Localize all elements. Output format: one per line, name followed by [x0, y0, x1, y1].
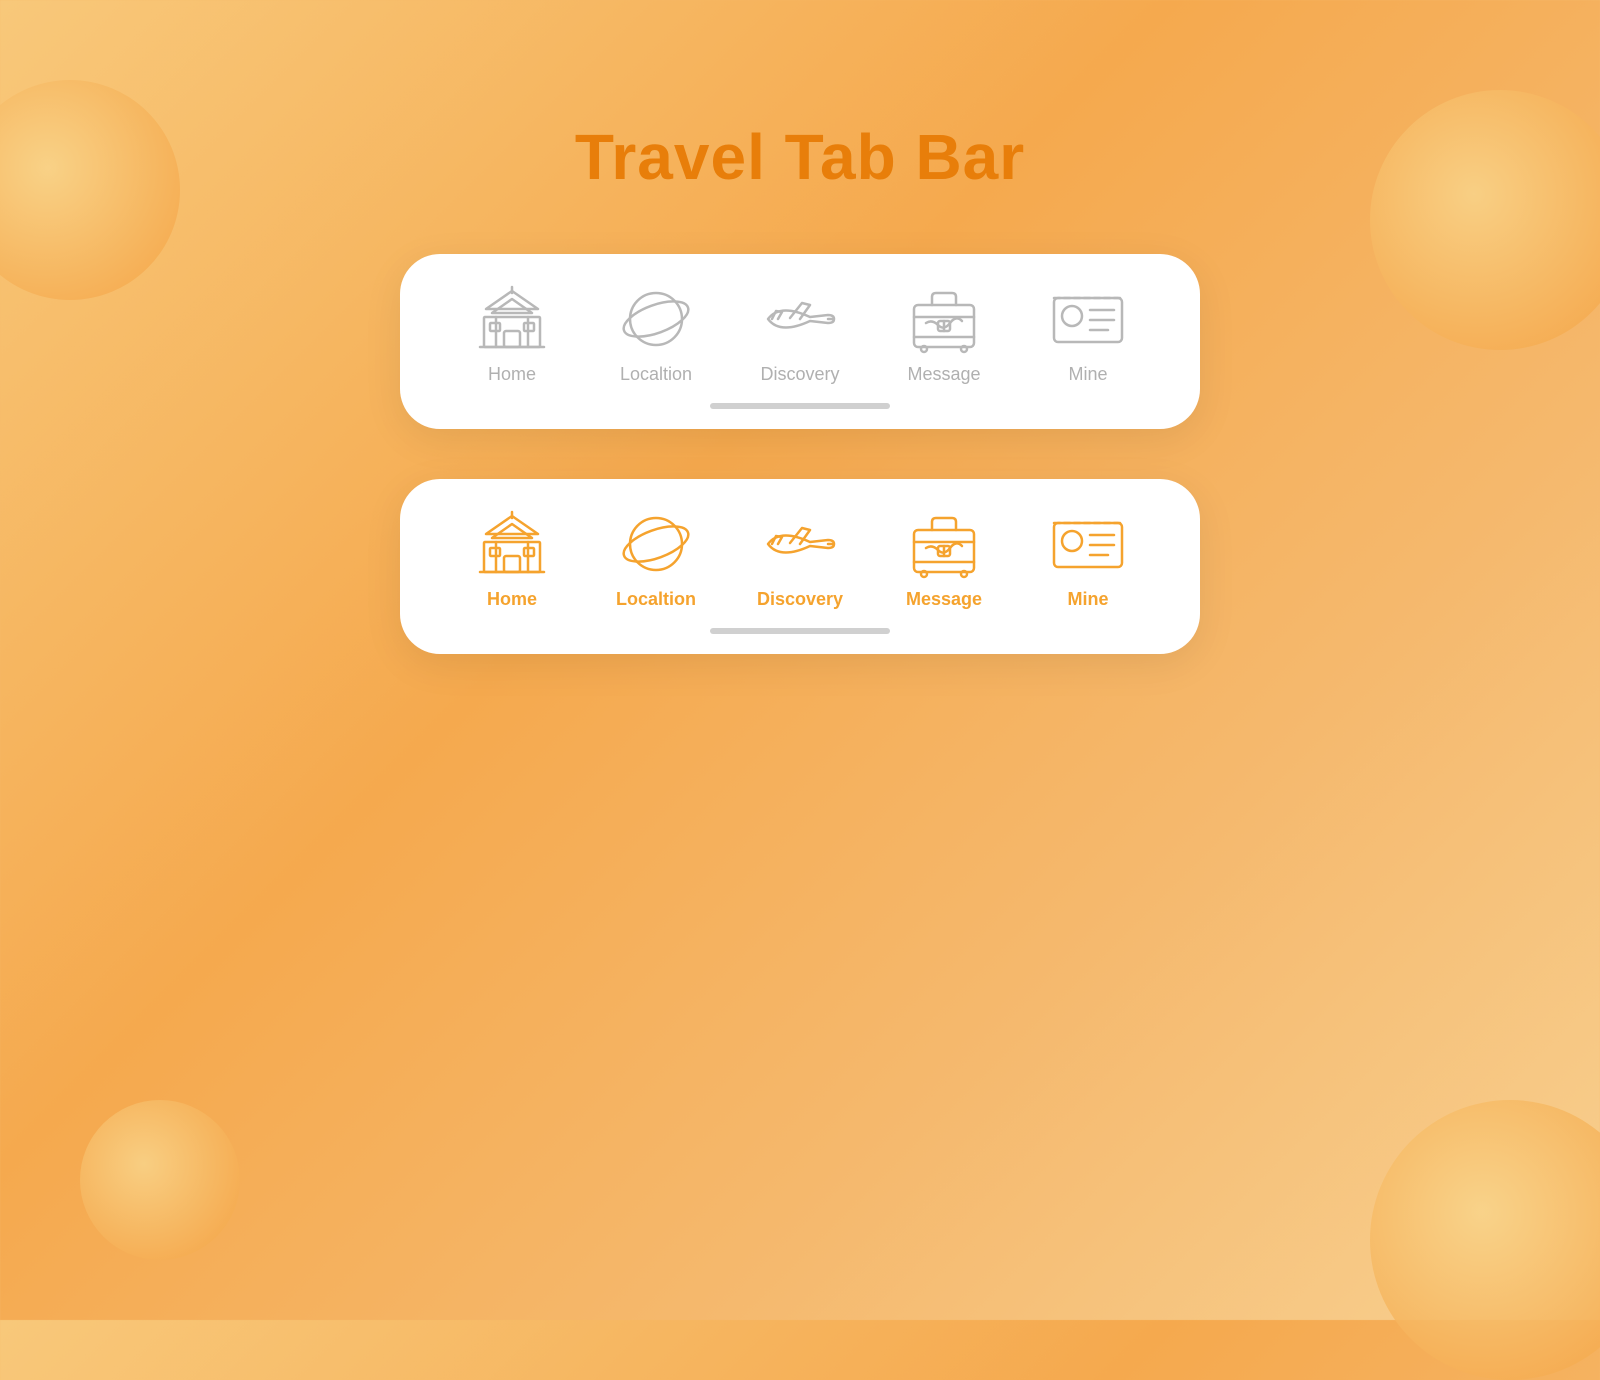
tab-item-location-inactive[interactable]: Localtion: [596, 284, 716, 385]
tab-label-discovery-active: Discovery: [757, 589, 843, 610]
decorative-circle-bottom-left: [80, 1100, 240, 1260]
tab-bar-active: Home Localtion: [400, 479, 1200, 654]
tab-label-location-active: Localtion: [616, 589, 696, 610]
tab-item-message-active[interactable]: Message: [884, 509, 1004, 610]
tab-label-home-active: Home: [487, 589, 537, 610]
tab-item-home-active[interactable]: Home: [452, 509, 572, 610]
mine-icon: [1048, 284, 1128, 354]
tab-label-discovery-inactive: Discovery: [760, 364, 839, 385]
indicator-bar-inactive: [710, 403, 890, 409]
tab-label-home-inactive: Home: [488, 364, 536, 385]
indicator-bar-active: [710, 628, 890, 634]
discovery-icon-active: [760, 509, 840, 579]
tab-label-mine-inactive: Mine: [1068, 364, 1107, 385]
location-icon: [616, 284, 696, 354]
message-icon-active: [904, 509, 984, 579]
tab-item-home-inactive[interactable]: Home: [452, 284, 572, 385]
tab-label-location-inactive: Localtion: [620, 364, 692, 385]
home-icon: [472, 284, 552, 354]
home-icon-active: [472, 509, 552, 579]
tab-items-inactive: Home Localtion: [440, 284, 1160, 385]
tab-item-discovery-inactive[interactable]: Discovery: [740, 284, 860, 385]
inactive-tab-bar-container: Home Localtion: [0, 254, 1600, 429]
tab-item-discovery-active[interactable]: Discovery: [740, 509, 860, 610]
tab-label-mine-active: Mine: [1067, 589, 1108, 610]
tab-item-message-inactive[interactable]: Message: [884, 284, 1004, 385]
tab-item-location-active[interactable]: Localtion: [596, 509, 716, 610]
tab-item-mine-active[interactable]: Mine: [1028, 509, 1148, 610]
active-tab-bar-container: Home Localtion: [0, 479, 1600, 654]
page-title: Travel Tab Bar: [0, 120, 1600, 194]
mine-icon-active: [1048, 509, 1128, 579]
decorative-circle-bottom-right: [1370, 1100, 1600, 1380]
tab-label-message-active: Message: [906, 589, 982, 610]
tab-items-active: Home Localtion: [440, 509, 1160, 610]
discovery-icon: [760, 284, 840, 354]
tab-label-message-inactive: Message: [907, 364, 980, 385]
tab-item-mine-inactive[interactable]: Mine: [1028, 284, 1148, 385]
location-icon-active: [616, 509, 696, 579]
tab-bar-inactive: Home Localtion: [400, 254, 1200, 429]
message-icon: [904, 284, 984, 354]
